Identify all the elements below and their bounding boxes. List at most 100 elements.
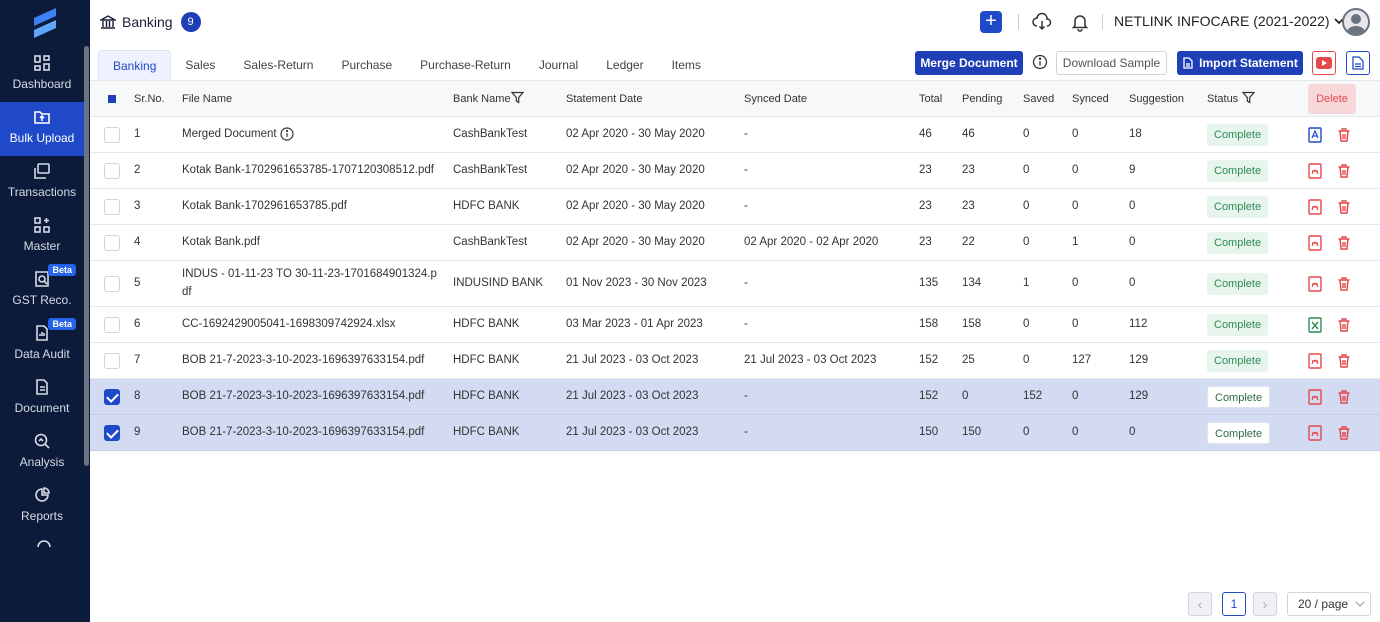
suggestion: 112 [1129, 318, 1148, 330]
trash-icon[interactable] [1336, 199, 1352, 215]
page-size-select[interactable]: 20 / page [1287, 592, 1371, 616]
prev-page-button[interactable]: ‹ [1188, 592, 1212, 616]
pdf-file-icon[interactable] [1307, 389, 1323, 405]
synced-date: - [744, 128, 748, 140]
statement-date: 21 Jul 2023 - 03 Oct 2023 [566, 426, 699, 438]
trash-icon[interactable] [1336, 389, 1352, 405]
table-row[interactable]: 6 CC-1692429005041-1698309742924.xlsx HDFC… [90, 307, 1380, 343]
suggestion: 0 [1129, 426, 1136, 438]
page-title: Banking 9 [100, 12, 201, 32]
table-row[interactable]: 5 INDUS - 01-11-23 TO 30-11-23-1701684901… [90, 261, 1380, 307]
table-row[interactable]: 9 BOB 21-7-2023-3-10-2023-1696397633154.p… [90, 415, 1380, 451]
sidebar-item-dashboard[interactable]: Dashboard [0, 48, 84, 102]
next-page-button[interactable]: › [1253, 592, 1277, 616]
add-button[interactable]: + [980, 11, 1002, 33]
sidebar-item-reports[interactable]: Reports [0, 480, 84, 534]
import-statement-button[interactable]: Import Statement [1177, 51, 1303, 75]
tab-ledger[interactable]: Ledger [592, 50, 657, 80]
trash-icon[interactable] [1336, 276, 1352, 292]
sr-no: 8 [134, 390, 141, 402]
sidebar-item-transactions[interactable]: Transactions [0, 156, 84, 210]
sidebar-item-label: Dashboard [12, 77, 72, 91]
pdf-file-icon[interactable] [1307, 163, 1323, 179]
select-all-checkbox[interactable] [108, 95, 116, 103]
current-page[interactable]: 1 [1222, 592, 1246, 616]
row-checkbox[interactable] [104, 235, 120, 251]
trash-icon[interactable] [1336, 235, 1352, 251]
trash-icon[interactable] [1336, 127, 1352, 143]
filter-icon[interactable] [511, 91, 524, 104]
row-checkbox[interactable] [104, 389, 120, 405]
row-checkbox[interactable] [104, 353, 120, 369]
pdf-file-icon[interactable] [1307, 353, 1323, 369]
table-row[interactable]: 2 Kotak Bank-1702961653785-1707120308512.… [90, 153, 1380, 189]
table-row[interactable]: 7 BOB 21-7-2023-3-10-2023-1696397633154.p… [90, 343, 1380, 379]
tab-banking[interactable]: Banking [98, 50, 172, 80]
row-checkbox[interactable] [104, 317, 120, 333]
table-row[interactable]: 1 Merged Document CashBankTest 02 Apr 2020 … [90, 117, 1380, 153]
total: 23 [919, 164, 932, 176]
tab-purchase-return[interactable]: Purchase-Return [406, 50, 525, 80]
youtube-button[interactable] [1312, 51, 1336, 75]
pdf-file-icon[interactable] [1307, 425, 1323, 441]
tab-sales-return[interactable]: Sales-Return [229, 50, 327, 80]
pdf-file-icon[interactable] [1307, 235, 1323, 251]
sidebar-item-label: Master [23, 239, 61, 253]
file-name: CC-1692429005041-1698309742924.xlsx [182, 318, 396, 330]
cloud-download-icon[interactable] [1032, 12, 1052, 32]
file-name-cont: df [182, 286, 192, 298]
sidebar-item-bulk-upload[interactable]: Bulk Upload [0, 102, 84, 156]
sidebar-item-analysis[interactable]: Analysis [0, 426, 84, 480]
tab-items[interactable]: Items [658, 50, 715, 80]
tab-sales[interactable]: Sales [171, 50, 229, 80]
filter-icon[interactable] [1242, 91, 1255, 104]
trash-icon[interactable] [1336, 163, 1352, 179]
synced: 0 [1072, 390, 1079, 402]
bell-icon[interactable] [1070, 12, 1090, 32]
bank-name: HDFC BANK [453, 318, 520, 330]
info-icon[interactable] [280, 127, 294, 141]
row-checkbox[interactable] [104, 425, 120, 441]
info-icon[interactable] [1032, 54, 1048, 70]
row-checkbox[interactable] [104, 199, 120, 215]
synced: 127 [1072, 354, 1092, 366]
download-sample-button[interactable]: Download Sample [1056, 51, 1167, 75]
table-row[interactable]: 8 BOB 21-7-2023-3-10-2023-1696397633154.p… [90, 379, 1380, 415]
table-row[interactable]: 3 Kotak Bank-1702961653785.pdf HDFC BANK 02… [90, 189, 1380, 225]
sidebar-scrollbar[interactable] [84, 46, 89, 466]
statement-date: 21 Jul 2023 - 03 Oct 2023 [566, 390, 699, 402]
saved: 0 [1023, 354, 1030, 366]
trash-icon[interactable] [1336, 425, 1352, 441]
sidebar-item-master[interactable]: Master [0, 210, 84, 264]
table-row[interactable]: 4 Kotak Bank.pdf CashBankTest 02 Apr 2020 -… [90, 225, 1380, 261]
reports-icon [35, 487, 50, 502]
merge-document-button[interactable]: Merge Document [915, 51, 1023, 75]
sidebar-item-gst-reco[interactable]: Beta GST Reco. [0, 264, 84, 318]
sr-no: 1 [134, 128, 141, 140]
row-checkbox[interactable] [104, 276, 120, 292]
delete-button[interactable]: Delete [1308, 84, 1356, 114]
status-badge: Complete [1207, 232, 1269, 254]
trash-icon[interactable] [1336, 317, 1352, 333]
tab-journal[interactable]: Journal [525, 50, 592, 80]
document-button[interactable] [1346, 51, 1370, 75]
saved: 0 [1023, 164, 1030, 176]
company-selector[interactable]: NETLINK INFOCARE (2021-2022) [1114, 13, 1345, 29]
settings-icon[interactable] [35, 538, 53, 548]
col-synced-date: Synced Date [744, 93, 807, 105]
synced: 0 [1072, 318, 1079, 330]
tab-purchase[interactable]: Purchase [327, 50, 406, 80]
avatar[interactable] [1342, 8, 1370, 36]
sidebar-item-data-audit[interactable]: Beta Data Audit [0, 318, 84, 372]
pdf-file-icon[interactable] [1307, 199, 1323, 215]
synced-date: - [744, 426, 748, 438]
pdf-file-icon[interactable] [1307, 276, 1323, 292]
sidebar-item-document[interactable]: Document [0, 372, 84, 426]
row-checkbox[interactable] [104, 127, 120, 143]
col-sr: Sr.No. [134, 93, 165, 105]
saved: 152 [1023, 390, 1043, 402]
row-checkbox[interactable] [104, 163, 120, 179]
excel-file-icon[interactable] [1307, 317, 1323, 333]
merged-document-icon[interactable] [1307, 127, 1323, 143]
trash-icon[interactable] [1336, 353, 1352, 369]
